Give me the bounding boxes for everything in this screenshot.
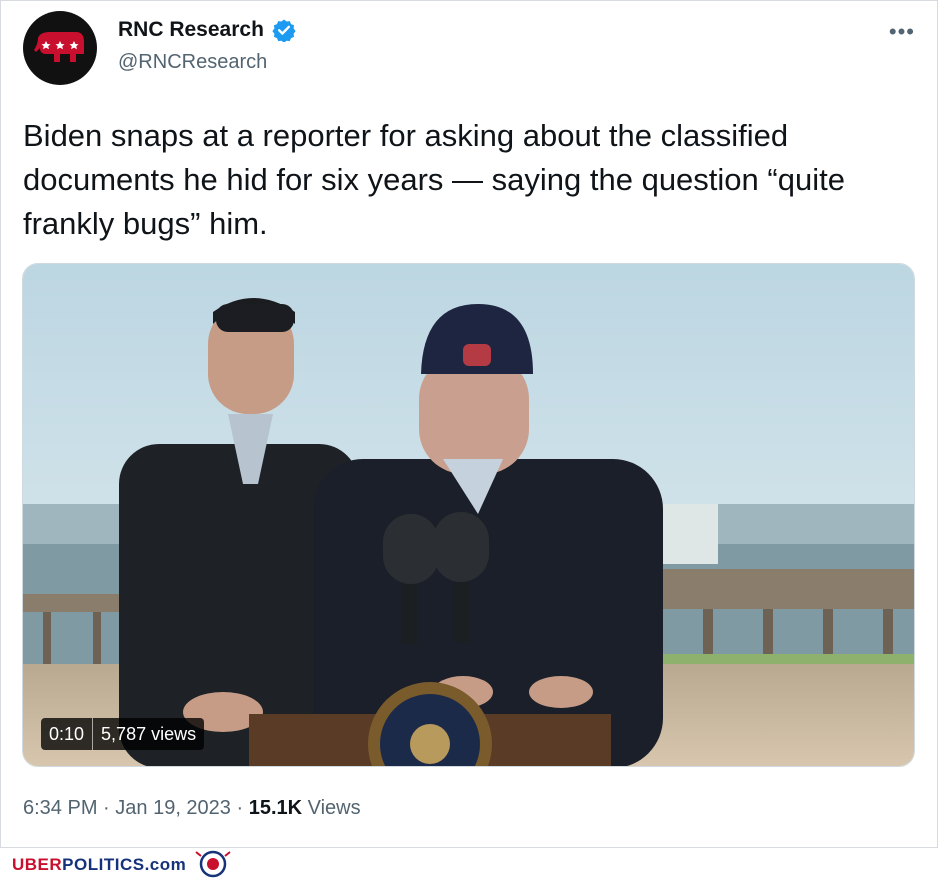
- account-handle[interactable]: @RNCResearch: [118, 51, 267, 74]
- views-count[interactable]: 15.1K: [249, 797, 302, 819]
- watermark-part2: POLITICS: [62, 855, 145, 874]
- tweet-text: Biden snaps at a reporter for asking abo…: [23, 118, 845, 241]
- video-views: 5,787 views: [101, 724, 197, 744]
- avatar[interactable]: [23, 11, 97, 85]
- watermark-part3: .com: [144, 855, 187, 874]
- meta-separator-2: ·: [230, 797, 249, 819]
- tweet-meta: 6:34 PM · Jan 19, 2023 · 15.1K Views: [23, 797, 361, 820]
- watermark-part1: UBER: [12, 855, 63, 874]
- tweet-time[interactable]: 6:34 PM: [23, 797, 97, 819]
- views-label: Views: [302, 797, 361, 819]
- video-duration: 0:10: [49, 724, 85, 744]
- display-name[interactable]: RNC Research: [118, 18, 264, 42]
- watermark-text: UBERPOLITICS.com: [12, 855, 186, 875]
- tweet-card: RNC Research @RNCResearch ••• Biden snap…: [0, 0, 938, 848]
- more-dots-icon[interactable]: •••: [889, 19, 915, 45]
- tweet-date[interactable]: Jan 19, 2023: [115, 797, 231, 819]
- meta-separator: ·: [97, 797, 116, 819]
- watermark-logo-icon: [195, 850, 231, 878]
- display-name-row[interactable]: RNC Research: [118, 18, 296, 42]
- video-frame-image: [23, 264, 914, 766]
- video-player[interactable]: 0:10 5,787 views: [22, 263, 915, 767]
- gop-elephant-icon: [34, 32, 84, 62]
- video-stats-badge: 0:10 5,787 views: [41, 718, 205, 750]
- verified-badge-icon: [272, 19, 296, 42]
